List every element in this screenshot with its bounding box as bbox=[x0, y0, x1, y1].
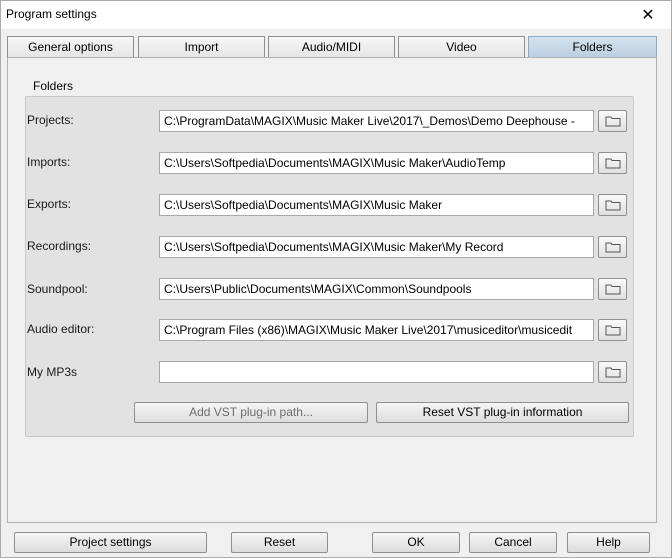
soundpool-path-input[interactable]: C:\Users\Public\Documents\MAGIX\Common\S… bbox=[159, 278, 594, 300]
imports-label: Imports: bbox=[27, 155, 71, 169]
tab-video[interactable]: Video bbox=[398, 36, 525, 58]
recordings-label: Recordings: bbox=[27, 239, 92, 253]
my-mp3s-path-input[interactable] bbox=[159, 361, 594, 383]
tab-import[interactable]: Import bbox=[138, 36, 265, 58]
folder-icon bbox=[605, 116, 620, 127]
window-title: Program settings bbox=[6, 7, 97, 21]
folder-icon bbox=[605, 325, 620, 336]
tab-audio-midi[interactable]: Audio/MIDI bbox=[268, 36, 395, 58]
reset-button[interactable]: Reset bbox=[231, 532, 328, 553]
folders-group-title: Folders bbox=[33, 79, 74, 93]
ok-button[interactable]: OK bbox=[372, 532, 460, 553]
audio-editor-label: Audio editor: bbox=[27, 322, 95, 336]
folders-group bbox=[25, 96, 634, 437]
folder-icon bbox=[605, 200, 620, 211]
my-mp3s-label: My MP3s bbox=[27, 365, 78, 379]
tab-general-options[interactable]: General options bbox=[7, 36, 134, 58]
title-bar: Program settings ✕ bbox=[1, 1, 671, 29]
project-settings-button[interactable]: Project settings bbox=[14, 532, 207, 553]
audio-editor-path-input[interactable]: C:\Program Files (x86)\MAGIX\Music Maker… bbox=[159, 319, 594, 341]
imports-path-input[interactable]: C:\Users\Softpedia\Documents\MAGIX\Music… bbox=[159, 152, 594, 174]
soundpool-browse-button[interactable] bbox=[598, 278, 627, 300]
imports-browse-button[interactable] bbox=[598, 152, 627, 174]
tab-bar: General options Import Audio/MIDI Video … bbox=[7, 36, 657, 58]
program-settings-window: Program settings ✕ General options Impor… bbox=[0, 0, 672, 558]
cancel-button[interactable]: Cancel bbox=[469, 532, 557, 553]
soundpool-label: Soundpool: bbox=[27, 282, 88, 296]
my-mp3s-browse-button[interactable] bbox=[598, 361, 627, 383]
tab-folders[interactable]: Folders bbox=[528, 36, 657, 58]
folder-icon bbox=[605, 242, 620, 253]
exports-path-input[interactable]: C:\Users\Softpedia\Documents\MAGIX\Music… bbox=[159, 194, 594, 216]
exports-label: Exports: bbox=[27, 197, 72, 211]
close-button[interactable]: ✕ bbox=[625, 1, 671, 29]
close-icon: ✕ bbox=[641, 7, 655, 24]
exports-browse-button[interactable] bbox=[598, 194, 627, 216]
folder-icon bbox=[605, 284, 620, 295]
reset-vst-plugin-information-button[interactable]: Reset VST plug-in information bbox=[376, 402, 629, 423]
add-vst-plugin-path-button[interactable]: Add VST plug-in path... bbox=[134, 402, 368, 423]
projects-browse-button[interactable] bbox=[598, 110, 627, 132]
projects-label: Projects: bbox=[27, 113, 74, 127]
folder-icon bbox=[605, 367, 620, 378]
projects-path-input[interactable]: C:\ProgramData\MAGIX\Music Maker Live\20… bbox=[159, 110, 594, 132]
recordings-path-input[interactable]: C:\Users\Softpedia\Documents\MAGIX\Music… bbox=[159, 236, 594, 258]
folder-icon bbox=[605, 158, 620, 169]
help-button[interactable]: Help bbox=[567, 532, 650, 553]
audio-editor-browse-button[interactable] bbox=[598, 319, 627, 341]
recordings-browse-button[interactable] bbox=[598, 236, 627, 258]
